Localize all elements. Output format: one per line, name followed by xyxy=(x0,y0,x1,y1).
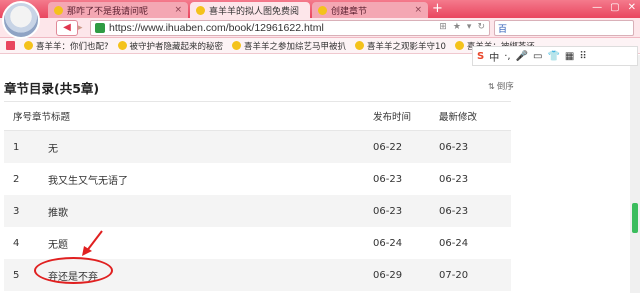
table-row[interactable]: 3 推歌 06-23 06-23 xyxy=(4,195,511,227)
bookmark-icon xyxy=(232,41,242,50)
chapter-index: 2 xyxy=(13,173,20,185)
menu-grid-icon[interactable]: ⠿ xyxy=(579,51,586,62)
chapter-modified: 07-20 xyxy=(439,269,469,281)
chapter-modified: 06-23 xyxy=(439,205,469,217)
ime-mode-toggle[interactable]: 中 xyxy=(489,49,499,64)
chapter-published: 06-22 xyxy=(373,141,403,153)
tab-favicon-icon xyxy=(196,5,205,15)
tab-2-label: 喜羊羊的拟人图免费阅 xyxy=(209,6,300,17)
url-text: https://www.ihuaben.com/book/12961622.ht… xyxy=(109,22,324,34)
chapter-index: 4 xyxy=(13,237,20,249)
table-row[interactable]: 2 我又生又气无语了 06-23 06-23 xyxy=(4,163,511,195)
address-bar-icons: ⊞ ★ ▾ ↻ xyxy=(439,22,485,32)
header-published: 发布时间 xyxy=(373,112,412,123)
chapter-index: 1 xyxy=(13,141,20,153)
tab-favicon-icon xyxy=(318,5,327,15)
bookmark-icon xyxy=(117,41,127,50)
annotation-circle xyxy=(34,257,113,284)
nav-bar: ◀ ▸ https://www.ihuaben.com/book/1296162… xyxy=(0,18,640,38)
annotation-arrow-icon xyxy=(82,230,103,256)
bookmark-item[interactable]: 喜羊羊：你们也配? xyxy=(24,40,109,52)
reverse-order-link[interactable]: ⇅ 倒序 xyxy=(488,80,514,92)
close-window-icon[interactable]: ✕ xyxy=(628,0,636,16)
maximize-icon[interactable]: ▢ xyxy=(610,0,619,16)
home-icon xyxy=(6,41,15,50)
minimize-icon[interactable]: — xyxy=(592,0,602,16)
chapter-published: 06-24 xyxy=(373,237,403,249)
star-icon[interactable]: ★ xyxy=(453,22,461,32)
table-header: 序号 章节标题 发布时间 最新修改 xyxy=(4,101,511,131)
bookmark-icon xyxy=(454,41,464,50)
address-bar[interactable]: https://www.ihuaben.com/book/12961622.ht… xyxy=(90,20,490,36)
bookmark-label: 喜羊羊：你们也配? xyxy=(36,41,109,52)
reverse-order-label: 倒序 xyxy=(496,82,514,92)
table-row[interactable]: 1 无 06-22 06-23 xyxy=(4,131,511,163)
tab-2[interactable]: 喜羊羊的拟人图免费阅 xyxy=(190,2,310,18)
bookmark-icon xyxy=(24,41,33,50)
chapter-modified: 06-23 xyxy=(439,141,469,153)
chapter-modified: 06-24 xyxy=(439,237,469,249)
grid-icon[interactable]: ⊞ xyxy=(439,22,447,32)
chapter-published: 06-29 xyxy=(373,269,403,281)
search-engine-icon: 百 xyxy=(498,24,508,35)
close-icon[interactable]: × xyxy=(414,5,422,15)
header-name: 章节标题 xyxy=(32,112,71,123)
lock-icon xyxy=(95,23,105,33)
scrollbar[interactable] xyxy=(630,55,640,293)
dropdown-icon[interactable]: ▾ xyxy=(467,22,472,32)
bookmark-label: 喜羊羊之参加综艺马甲被扒 xyxy=(244,41,347,52)
window-controls: — ▢ ✕ xyxy=(592,0,636,16)
search-input[interactable]: 百 xyxy=(494,20,634,36)
toolbox-icon[interactable]: ▦ xyxy=(565,51,574,62)
chapter-published: 06-23 xyxy=(373,173,403,185)
bookmark-item[interactable]: 被守护者隐藏起来的秘密 xyxy=(117,40,224,52)
tab-3[interactable]: 创建章节 × xyxy=(312,2,428,18)
chapter-title-link[interactable]: 无 xyxy=(48,140,373,155)
punctuation-icon[interactable]: ·, xyxy=(504,51,510,62)
bookmark-label: 被守护者隐藏起来的秘密 xyxy=(129,41,224,52)
forward-icon[interactable]: ▸ xyxy=(78,20,90,36)
tab-bar: 那咋了不是我请问呢 × 喜羊羊的拟人图免费阅 创建章节 × + — ▢ ✕ xyxy=(0,0,640,18)
bookmark-item[interactable]: 喜羊羊之参加综艺马甲被扒 xyxy=(232,40,346,52)
chapter-title-link[interactable]: 推歌 xyxy=(48,204,373,219)
tab-1[interactable]: 那咋了不是我请问呢 × xyxy=(48,2,188,18)
tab-1-label: 那咋了不是我请问呢 xyxy=(67,6,149,17)
page-title: 章节目录(共5章) xyxy=(4,81,100,96)
close-icon[interactable]: × xyxy=(174,5,182,15)
new-tab-icon[interactable]: + xyxy=(432,2,443,16)
skin-icon[interactable]: 👕 xyxy=(547,51,559,62)
bookmark-label: 喜羊羊之观影羊守10 xyxy=(367,41,446,52)
tab-favicon-icon xyxy=(54,5,63,15)
refresh-icon[interactable]: ↻ xyxy=(477,22,485,32)
chapter-index: 3 xyxy=(13,205,20,217)
sort-icon: ⇅ xyxy=(488,82,495,91)
chapter-title-link[interactable]: 我又生又气无语了 xyxy=(48,172,373,187)
chapter-published: 06-23 xyxy=(373,205,403,217)
back-icon[interactable]: ◀ xyxy=(56,20,78,36)
bookmark-item[interactable]: 喜羊羊之观影羊守10 xyxy=(355,40,446,52)
bookmark-icon xyxy=(355,41,365,50)
header-modified: 最新修改 xyxy=(439,112,478,123)
keyboard-icon[interactable]: ▭ xyxy=(533,51,542,62)
header-index: 序号 xyxy=(13,112,33,123)
bookmark-home[interactable] xyxy=(6,41,15,50)
scrollbar-thumb[interactable] xyxy=(632,203,638,233)
ime-logo-icon[interactable]: S xyxy=(477,51,484,62)
tab-3-label: 创建章节 xyxy=(331,6,368,17)
ime-toolbar: S 中 ·, 🎤 ▭ 👕 ▦ ⠿ xyxy=(472,46,638,66)
avatar[interactable] xyxy=(2,1,40,39)
microphone-icon[interactable]: 🎤 xyxy=(516,51,528,62)
chapter-modified: 06-23 xyxy=(439,173,469,185)
